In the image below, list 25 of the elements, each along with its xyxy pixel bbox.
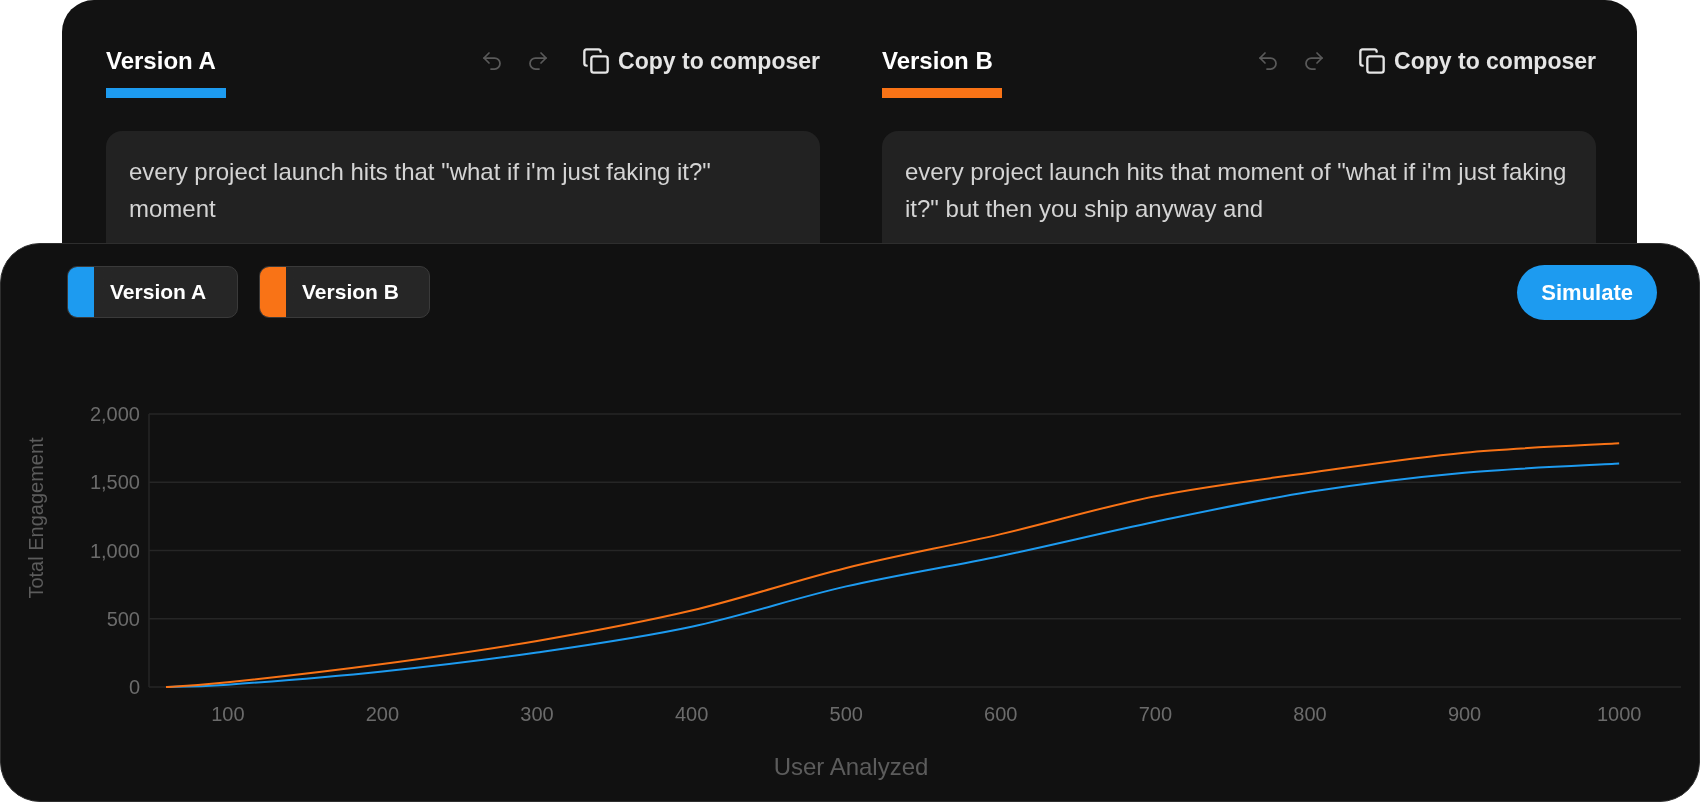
x-tick-label: 300 <box>520 703 554 725</box>
copy-icon <box>1358 47 1387 75</box>
x-tick-label: 900 <box>1447 703 1482 725</box>
x-tick-label: 1000 <box>1596 703 1642 725</box>
y-tick-label: 1,500 <box>89 471 140 494</box>
legend-chip[interactable]: Version B <box>259 266 430 318</box>
version-tab[interactable]: Version B <box>882 44 1002 78</box>
copy-to-composer-button[interactable]: Copy to composer <box>1358 43 1596 79</box>
y-tick-label: 1,000 <box>89 539 140 562</box>
y-tick-label: 0 <box>128 676 140 698</box>
x-axis-title: User Analyzed <box>773 753 929 780</box>
x-tick-label: 400 <box>674 703 709 725</box>
x-tick-label: 500 <box>829 703 863 725</box>
version-tab[interactable]: Version A <box>106 44 226 78</box>
copy-to-composer-button[interactable]: Copy to composer <box>582 43 820 79</box>
x-tick-label: 200 <box>365 703 400 725</box>
y-tick-label: 500 <box>106 607 140 630</box>
y-axis-title: Total Engagement <box>25 437 47 599</box>
x-tick-label: 100 <box>211 703 245 725</box>
legend-chip[interactable]: Version A <box>67 266 238 318</box>
x-tick-label: 800 <box>1293 703 1327 725</box>
x-tick-label: 600 <box>984 703 1018 725</box>
copy-icon <box>582 47 611 75</box>
y-tick-label: 2,000 <box>89 403 140 425</box>
x-tick-label: 700 <box>1138 703 1173 725</box>
